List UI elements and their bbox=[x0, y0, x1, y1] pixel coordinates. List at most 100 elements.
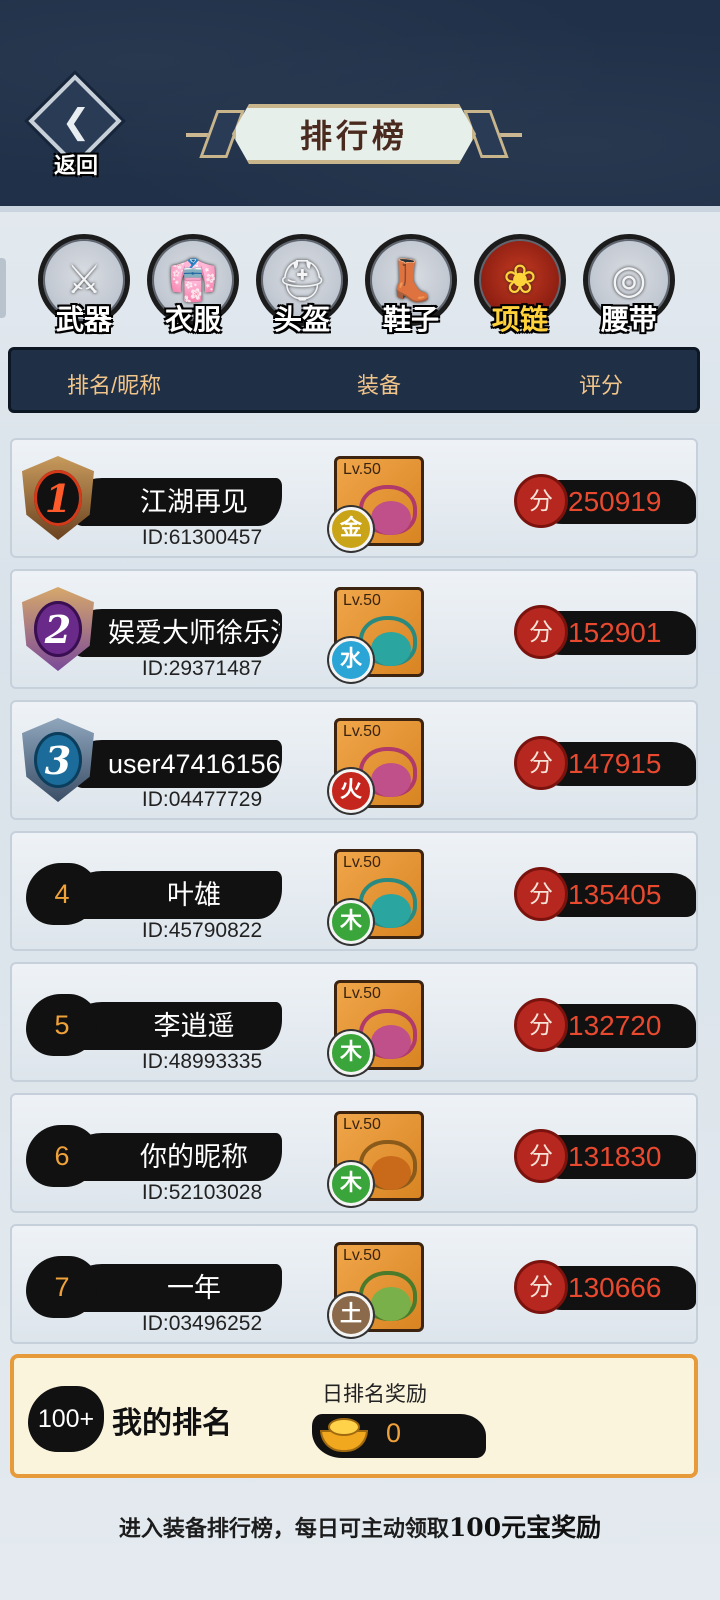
my-rank-label: 我的排名 bbox=[112, 1406, 232, 1441]
equipment-slot[interactable]: Lv.50 木 bbox=[329, 1111, 424, 1206]
player-name: 叶雄 bbox=[167, 880, 221, 910]
score-coin-icon: 分 bbox=[514, 736, 568, 790]
element-badge: 水 bbox=[329, 638, 373, 682]
player-id: ID:45790822 bbox=[141, 919, 263, 942]
necklace-pendant-icon bbox=[371, 1025, 411, 1059]
element-badge: 土 bbox=[329, 1293, 373, 1337]
equipment-slot[interactable]: Lv.50 木 bbox=[329, 980, 424, 1075]
rank-number: 1 bbox=[34, 470, 82, 526]
score-coin-icon: 分 bbox=[514, 605, 568, 659]
rank-number: 6 bbox=[26, 1125, 98, 1187]
leaderboard-row[interactable]: 5 李逍遥 ID:48993335 Lv.50 木 分 132720 bbox=[10, 962, 698, 1082]
my-rank-number: 100+ bbox=[28, 1386, 104, 1452]
leaderboard-row[interactable]: 1 江湖再见 ID:61300457 Lv.50 金 分 250919 bbox=[10, 438, 698, 558]
tab-weapon[interactable]: ⚔ 武器 bbox=[36, 232, 132, 342]
rank-number: 7 bbox=[26, 1256, 98, 1318]
score-value: 135405 bbox=[568, 879, 662, 910]
score-value: 152901 bbox=[568, 617, 662, 648]
leaderboard-list[interactable]: 1 江湖再见 ID:61300457 Lv.50 金 分 250919 2 娱爱… bbox=[0, 438, 720, 1346]
rank-2-badge: 2 bbox=[16, 579, 100, 679]
element-badge: 木 bbox=[329, 900, 373, 944]
score-coin-icon: 分 bbox=[514, 474, 568, 528]
player-name: 李逍遥 bbox=[153, 1011, 235, 1041]
back-label: 返回 bbox=[53, 153, 98, 179]
score-coin-icon: 分 bbox=[514, 998, 568, 1052]
element-badge: 木 bbox=[329, 1031, 373, 1075]
player-name: 你的昵称 bbox=[140, 1142, 248, 1172]
score-value: 250919 bbox=[568, 486, 662, 517]
daily-reward-value: 0 bbox=[386, 1418, 402, 1448]
column-score: 评分 bbox=[579, 373, 624, 398]
player-id: ID:03496252 bbox=[141, 1312, 263, 1335]
leaderboard-row[interactable]: 3 user47416156 ID:04477729 Lv.50 火 分 147… bbox=[10, 700, 698, 820]
player-name: user47416156 bbox=[108, 749, 280, 779]
necklace-pendant-icon bbox=[371, 763, 411, 797]
tab-shoes[interactable]: 👢 鞋子 bbox=[363, 232, 459, 342]
helmet-icon: ⛑ bbox=[276, 257, 328, 304]
tab-shoes-label: 鞋子 bbox=[382, 303, 439, 336]
equipment-slot[interactable]: Lv.50 木 bbox=[329, 849, 424, 944]
player-id: ID:52103028 bbox=[141, 1181, 263, 1204]
leaderboard-row[interactable]: 2 娱爱大师徐乐泫 ID:29371487 Lv.50 水 分 152901 bbox=[10, 569, 698, 689]
element-badge: 木 bbox=[329, 1162, 373, 1206]
sword-icon: ⚔ bbox=[66, 257, 102, 303]
column-rank-name: 排名/昵称 bbox=[67, 373, 162, 398]
element-badge: 火 bbox=[329, 769, 373, 813]
rank-1-badge: 1 bbox=[16, 448, 100, 548]
tab-necklace[interactable]: ❀ 项链 bbox=[472, 232, 568, 342]
category-tabs: ⚔ 武器 👘 衣服 ⛑ 头盔 👢 鞋子 ❀ 项链 ◎ 腰带 bbox=[0, 232, 720, 342]
boot-icon: 👢 bbox=[386, 257, 436, 304]
tab-belt-label: 腰带 bbox=[600, 303, 657, 336]
leaderboard-row[interactable]: 6 你的昵称 ID:52103028 Lv.50 木 分 131830 bbox=[10, 1093, 698, 1213]
daily-reward-label: 日排名奖励 bbox=[322, 1383, 427, 1406]
gold-ingot-top bbox=[328, 1418, 360, 1436]
rank-number: 3 bbox=[34, 732, 82, 788]
rank-number: 4 bbox=[26, 863, 98, 925]
tab-helmet[interactable]: ⛑ 头盔 bbox=[254, 232, 350, 342]
leaderboard-row[interactable]: 7 一年 ID:03496252 Lv.50 土 分 130666 bbox=[10, 1224, 698, 1344]
player-id: ID:04477729 bbox=[141, 788, 263, 811]
belt-icon: ◎ bbox=[611, 257, 647, 303]
score-value: 131830 bbox=[568, 1141, 662, 1172]
score-coin-icon: 分 bbox=[514, 1260, 568, 1314]
tab-necklace-label: 项链 bbox=[491, 303, 548, 336]
element-badge: 金 bbox=[329, 507, 373, 551]
player-id: ID:61300457 bbox=[141, 526, 263, 549]
equipment-level: Lv.50 bbox=[343, 592, 381, 609]
rank-3-badge: 3 bbox=[16, 710, 100, 810]
score-value: 130666 bbox=[568, 1272, 662, 1303]
tab-clothes[interactable]: 👘 衣服 bbox=[145, 232, 241, 342]
player-name: 江湖再见 bbox=[140, 487, 248, 517]
player-name: 娱爱大师徐乐泫 bbox=[108, 618, 280, 648]
equipment-level: Lv.50 bbox=[343, 1247, 381, 1264]
footer-note: 进入装备排行榜，每日可主动领取100元宝奖励 bbox=[0, 1508, 720, 1544]
rank-number: 5 bbox=[26, 994, 98, 1056]
equipment-slot[interactable]: Lv.50 土 bbox=[329, 1242, 424, 1337]
tab-clothes-label: 衣服 bbox=[164, 303, 221, 336]
equipment-slot[interactable]: Lv.50 火 bbox=[329, 718, 424, 813]
tab-belt[interactable]: ◎ 腰带 bbox=[581, 232, 677, 342]
necklace-pendant-icon bbox=[371, 894, 411, 928]
score-value: 147915 bbox=[568, 748, 662, 779]
score-coin-icon: 分 bbox=[514, 867, 568, 921]
tab-helmet-label: 头盔 bbox=[273, 303, 330, 336]
player-id: ID:48993335 bbox=[141, 1050, 263, 1073]
footer-note-text: 进入装备排行榜，每日可主动领取 bbox=[118, 1516, 449, 1542]
leaderboard-row[interactable]: 4 叶雄 ID:45790822 Lv.50 木 分 135405 bbox=[10, 831, 698, 951]
equipment-slot[interactable]: Lv.50 水 bbox=[329, 587, 424, 682]
armor-icon: 👘 bbox=[168, 257, 218, 304]
back-button[interactable]: ❮ 返回 bbox=[28, 74, 124, 182]
tab-weapon-label: 武器 bbox=[55, 303, 112, 336]
gold-ingot-icon bbox=[320, 1414, 368, 1454]
equipment-slot[interactable]: Lv.50 金 bbox=[329, 456, 424, 551]
column-equip: 装备 bbox=[357, 373, 402, 398]
my-rank-panel: 100+ 我的排名 日排名奖励 0 bbox=[10, 1354, 698, 1478]
equipment-level: Lv.50 bbox=[343, 723, 381, 740]
necklace-pendant-icon bbox=[371, 632, 411, 666]
footer-note-highlight: 100元宝奖励 bbox=[448, 1513, 602, 1542]
title-plate: 排行榜 bbox=[232, 104, 476, 164]
score-coin-icon: 分 bbox=[514, 1129, 568, 1183]
rank-number: 2 bbox=[34, 601, 82, 657]
player-id: ID:29371487 bbox=[141, 657, 263, 680]
player-name: 一年 bbox=[167, 1273, 221, 1303]
